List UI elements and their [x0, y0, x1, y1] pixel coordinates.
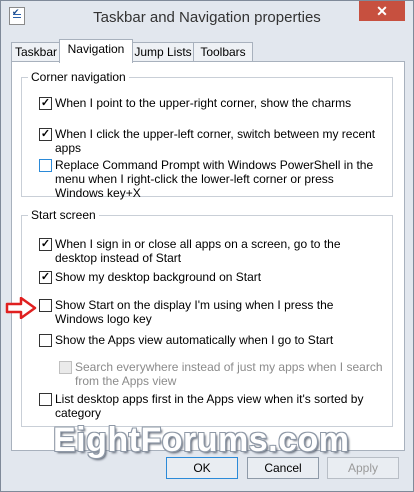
- apps-view-label: Show the Apps view automatically when I …: [55, 333, 334, 347]
- charms-label: When I point to the upper-right corner, …: [55, 96, 352, 110]
- cancel-button[interactable]: Cancel: [247, 457, 319, 479]
- charms-checkbox[interactable]: ✓: [39, 97, 52, 110]
- window-title: Taskbar and Navigation properties: [93, 9, 321, 26]
- tab-toolbars[interactable]: Toolbars: [193, 42, 253, 62]
- ok-button[interactable]: OK: [166, 457, 238, 479]
- desktop-background-label: Show my desktop background on Start: [55, 270, 262, 284]
- start-screen-title: Start screen: [28, 208, 99, 222]
- apps-view-checkbox[interactable]: [39, 334, 52, 347]
- powershell-label: Replace Command Prompt with Windows Powe…: [55, 158, 374, 200]
- apply-button[interactable]: Apply: [327, 457, 399, 479]
- search-everywhere-checkbox[interactable]: [59, 361, 72, 374]
- properties-window: ✔ Taskbar and Navigation properties ✕ Ta…: [0, 0, 414, 492]
- red-arrow-icon: [5, 297, 37, 319]
- corner-navigation-title: Corner navigation: [28, 70, 129, 84]
- eightforums-watermark: EightForums.com: [53, 421, 350, 459]
- desktop-apps-first-checkbox[interactable]: [39, 393, 52, 406]
- go-to-desktop-label: When I sign in or close all apps on a sc…: [55, 237, 341, 265]
- powershell-checkbox[interactable]: [39, 159, 52, 172]
- tab-taskbar[interactable]: Taskbar: [11, 42, 61, 62]
- tab-navigation[interactable]: Navigation: [59, 39, 133, 63]
- start-on-display-label: Show Start on the display I'm using when…: [55, 298, 334, 326]
- close-button[interactable]: ✕: [359, 1, 405, 21]
- recent-apps-label: When I click the upper-left corner, swit…: [55, 127, 376, 155]
- tab-jump-lists[interactable]: Jump Lists: [131, 42, 195, 62]
- desktop-background-checkbox[interactable]: ✓: [39, 271, 52, 284]
- start-on-display-checkbox[interactable]: [39, 299, 52, 312]
- go-to-desktop-checkbox[interactable]: ✓: [39, 238, 52, 251]
- search-everywhere-label: Search everywhere instead of just my app…: [75, 360, 383, 388]
- desktop-apps-first-label: List desktop apps first in the Apps view…: [55, 392, 364, 420]
- recent-apps-checkbox[interactable]: ✓: [39, 128, 52, 141]
- title-bar[interactable]: ✔ Taskbar and Navigation properties ✕: [1, 1, 413, 35]
